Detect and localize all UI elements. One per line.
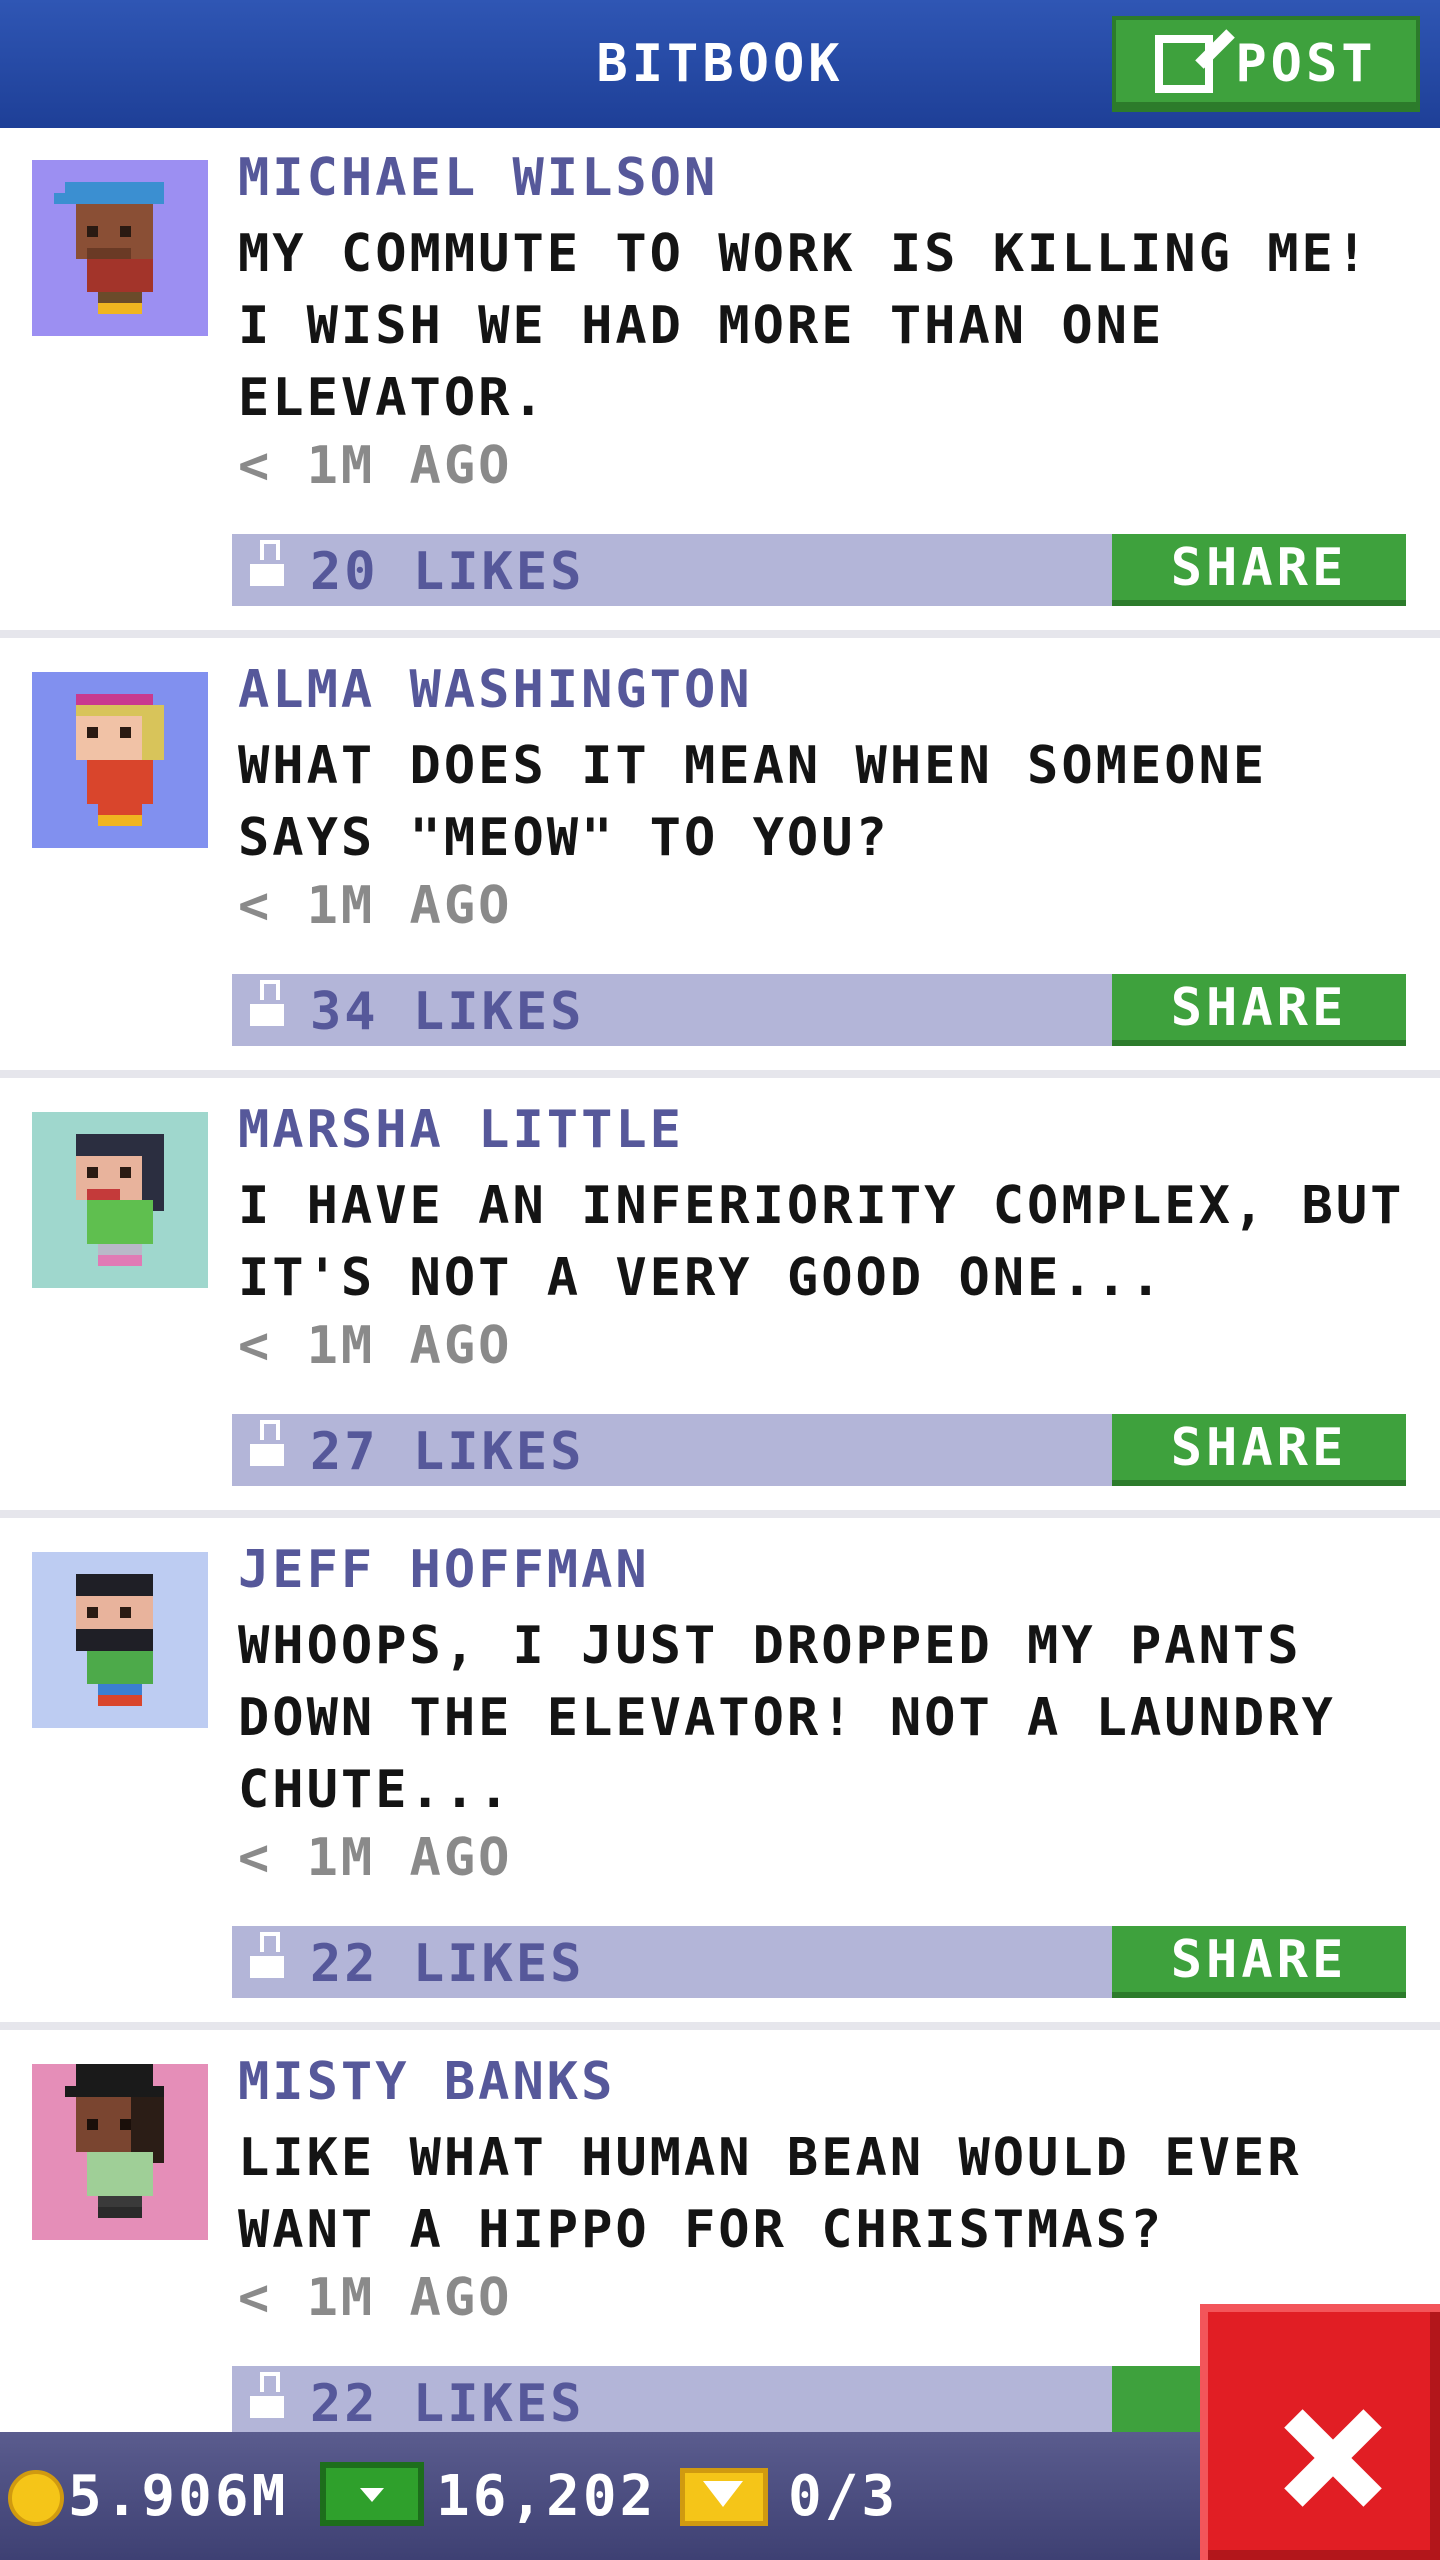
likes-count: 22 LIKES [310, 2374, 585, 2434]
post-button-label: POST [1235, 34, 1377, 94]
post-time: < 1M AGO [238, 2268, 513, 2328]
thumb-up-icon[interactable] [250, 1420, 284, 1466]
share-button[interactable]: SHARE [1112, 1926, 1406, 1998]
post-time: < 1M AGO [238, 436, 513, 496]
avatar[interactable] [32, 160, 208, 336]
edit-icon [1155, 35, 1214, 93]
ticket-icon [680, 2468, 768, 2526]
post-message: I HAVE AN INFERIORITY COMPLEX, BUT IT'S … [238, 1176, 1405, 1308]
likes-bar: 20 LIKES SHARE [232, 534, 1406, 606]
post-author: MARSHA LITTLE [238, 1100, 684, 1160]
divider [0, 1070, 1440, 1078]
post-time: < 1M AGO [238, 876, 513, 936]
avatar[interactable] [32, 672, 208, 848]
post-message: LIKE WHAT HUMAN BEAN WOULD EVER WANT A H… [238, 2128, 1302, 2260]
post-message: MY COMMUTE TO WORK IS KILLING ME! I WISH… [238, 224, 1371, 428]
share-button[interactable]: SHARE [1112, 534, 1406, 606]
post-message: WHAT DOES IT MEAN WHEN SOMEONE SAYS "MEO… [238, 736, 1268, 868]
share-button[interactable]: SHARE [1112, 974, 1406, 1046]
thumb-up-icon[interactable] [250, 1932, 284, 1978]
thumb-up-icon[interactable] [250, 540, 284, 586]
close-button[interactable] [1200, 2304, 1440, 2560]
likes-bar: 27 LIKES SHARE [232, 1414, 1406, 1486]
likes-count: 27 LIKES [310, 1422, 585, 1482]
avatar-image [32, 160, 208, 336]
divider [0, 1510, 1440, 1518]
avatar[interactable] [32, 2064, 208, 2240]
bux-value: 16,202 [436, 2464, 657, 2529]
thumb-up-icon[interactable] [250, 980, 284, 1026]
tickets-value: 0/3 [788, 2464, 899, 2529]
likes-bar: 22 LIKES SHARE [232, 1926, 1406, 1998]
post-author: ALMA WASHINGTON [238, 660, 753, 720]
divider [0, 2022, 1440, 2030]
post-time: < 1M AGO [238, 1316, 513, 1376]
close-icon [1282, 2408, 1382, 2508]
likes-bar: 34 LIKES SHARE [232, 974, 1406, 1046]
avatar[interactable] [32, 1552, 208, 1728]
coin-icon [8, 2470, 64, 2526]
avatar[interactable] [32, 1112, 208, 1288]
avatar-image [32, 2064, 208, 2240]
post-button[interactable]: POST [1112, 16, 1420, 112]
divider [0, 630, 1440, 638]
likes-count: 20 LIKES [310, 542, 585, 602]
avatar-image [32, 1552, 208, 1728]
likes-count: 34 LIKES [310, 982, 585, 1042]
avatar-image [32, 672, 208, 848]
cash-icon [320, 2462, 424, 2526]
avatar-image [32, 1112, 208, 1288]
post-message: WHOOPS, I JUST DROPPED MY PANTS DOWN THE… [238, 1616, 1336, 1820]
thumb-up-icon[interactable] [250, 2372, 284, 2418]
app-header: BITBOOK POST [0, 0, 1440, 128]
post-author: JEFF HOFFMAN [238, 1540, 650, 1600]
coins-value: 5.906M [68, 2464, 289, 2529]
share-button[interactable]: SHARE [1112, 1414, 1406, 1486]
post-author: MISTY BANKS [238, 2052, 616, 2112]
post-time: < 1M AGO [238, 1828, 513, 1888]
likes-count: 22 LIKES [310, 1934, 585, 1994]
post-author: MICHAEL WILSON [238, 148, 719, 208]
